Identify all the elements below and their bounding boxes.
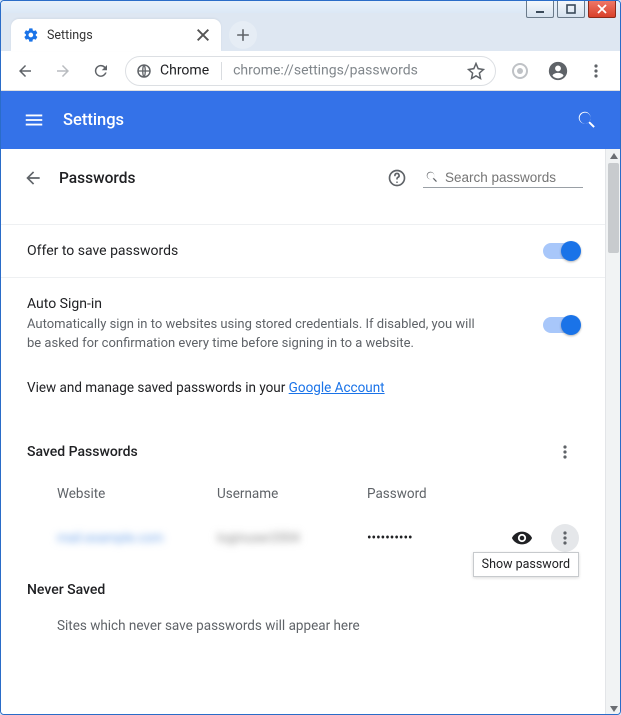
page-title: Passwords — [59, 169, 371, 187]
saved-table-header: Website Username Password — [1, 474, 605, 512]
never-saved-desc: Sites which never save passwords will ap… — [1, 608, 605, 664]
saved-passwords-heading: Saved Passwords — [27, 444, 551, 460]
show-password-tooltip: Show password — [473, 552, 579, 577]
extension-icon[interactable] — [506, 57, 534, 85]
omnibox-text: Chrome chrome://settings/passwords — [160, 62, 418, 80]
auto-signin-toggle[interactable] — [543, 317, 579, 333]
new-tab-button[interactable] — [229, 21, 257, 49]
col-website: Website — [57, 486, 217, 502]
scrollbar[interactable] — [605, 149, 620, 715]
auto-signin-desc: Automatically sign in to websites using … — [27, 316, 487, 354]
window-controls — [526, 0, 616, 18]
scroll-down-icon[interactable] — [606, 702, 621, 715]
tab-strip: Settings — [1, 13, 620, 51]
table-row: mail.example.com loginuser2004 •••••••••… — [1, 512, 605, 562]
auto-signin-row: Auto Sign-in Automatically sign in to we… — [1, 277, 605, 372]
profile-avatar[interactable] — [544, 57, 572, 85]
browser-menu-icon[interactable] — [582, 57, 610, 85]
google-account-link[interactable]: Google Account — [289, 380, 385, 396]
star-icon[interactable] — [467, 62, 485, 80]
pass-cell: •••••••••• — [367, 530, 487, 546]
back-button[interactable] — [11, 57, 39, 85]
row-menu-icon[interactable] — [551, 524, 579, 552]
scroll-up-icon[interactable] — [606, 149, 621, 163]
saved-passwords-head: Saved Passwords — [1, 414, 605, 474]
site-cell[interactable]: mail.example.com — [57, 531, 163, 546]
show-password-icon[interactable] — [511, 527, 533, 549]
header-search-icon[interactable] — [576, 109, 598, 131]
scroll-thumb[interactable] — [608, 163, 619, 253]
view-manage-prefix: View and manage saved passwords in your — [27, 380, 289, 396]
tab-settings[interactable]: Settings — [11, 19, 221, 51]
col-username: Username — [217, 486, 367, 502]
settings-title: Settings — [63, 111, 558, 130]
forward-button[interactable] — [49, 57, 77, 85]
search-passwords-input[interactable] — [445, 170, 581, 185]
minimize-button[interactable] — [526, 0, 554, 18]
search-icon — [425, 169, 439, 185]
offer-save-label: Offer to save passwords — [27, 243, 527, 259]
close-window-button[interactable] — [588, 0, 616, 18]
col-password: Password — [367, 486, 487, 502]
user-cell: loginuser2004 — [217, 531, 300, 546]
page-head: Passwords — [1, 149, 605, 202]
gear-icon — [23, 27, 39, 43]
site-info-icon[interactable] — [136, 63, 152, 79]
back-arrow-icon[interactable] — [23, 168, 43, 188]
tab-close-icon[interactable] — [195, 27, 211, 43]
browser-toolbar: Chrome chrome://settings/passwords — [1, 51, 620, 91]
google-account-row: View and manage saved passwords in your … — [1, 372, 605, 414]
reload-button[interactable] — [87, 57, 115, 85]
offer-save-toggle[interactable] — [543, 243, 579, 259]
never-saved-heading: Never Saved — [27, 582, 579, 598]
omnibox-product: Chrome — [160, 62, 209, 78]
settings-content: Passwords Offer to save passwords Auto S… — [1, 149, 605, 715]
auto-signin-label: Auto Sign-in — [27, 296, 527, 312]
search-passwords[interactable] — [423, 167, 583, 188]
hamburger-icon[interactable] — [23, 109, 45, 131]
os-titlebar — [1, 1, 620, 13]
browser-window: Settings Chrome chrome://settings/ — [0, 0, 621, 715]
address-bar[interactable]: Chrome chrome://settings/passwords — [125, 56, 496, 86]
help-icon[interactable] — [387, 168, 407, 188]
maximize-button[interactable] — [557, 0, 585, 18]
tab-title: Settings — [47, 28, 187, 43]
settings-header: Settings — [1, 91, 620, 149]
omnibox-url: chrome://settings/passwords — [233, 62, 418, 78]
saved-section-menu-icon[interactable] — [551, 438, 579, 466]
offer-save-row: Offer to save passwords — [1, 224, 605, 277]
content-wrap: Passwords Offer to save passwords Auto S… — [1, 149, 620, 715]
